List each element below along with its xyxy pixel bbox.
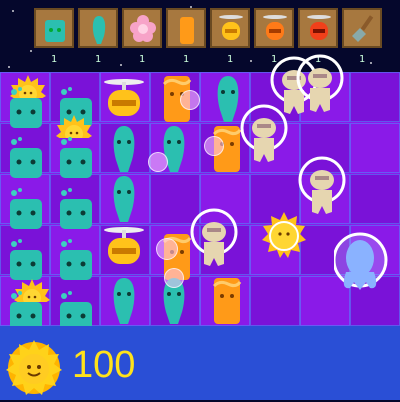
lawn-tile[interactable] <box>250 276 300 326</box>
sun-counter-icon <box>4 338 64 398</box>
astronaut-zombie <box>190 208 238 266</box>
teal-ghost-plant <box>113 278 135 324</box>
seed-count: 1 <box>138 54 146 65</box>
spore-projectile <box>180 90 200 110</box>
spore-projectile <box>148 152 168 172</box>
orange-tower-plant <box>212 278 242 324</box>
lawn-tile[interactable] <box>350 123 400 173</box>
teal-ghost-plant <box>113 176 135 222</box>
red-copter-plant-icon <box>307 15 331 40</box>
seed-teal-square[interactable]: 1 <box>34 8 74 65</box>
teal-square-plant <box>10 137 42 178</box>
spore-projectile <box>164 268 184 288</box>
orange-tower-plant-icon <box>180 17 194 44</box>
lawn-tile[interactable] <box>350 174 400 224</box>
seed-count: 1 <box>182 54 190 65</box>
seed-count: 1 <box>226 54 234 65</box>
pink-flower-icon <box>130 15 156 42</box>
yellow-copter-plant <box>104 79 144 116</box>
seed-shovel[interactable]: 1 <box>342 8 382 65</box>
seed-count: 1 <box>358 54 366 65</box>
teal-square-plant <box>10 87 42 128</box>
sunflower-plant <box>56 115 92 138</box>
seed-yellow-copter[interactable]: 1 <box>210 8 250 65</box>
yellow-copter-plant <box>104 227 144 264</box>
teal-square-plant <box>60 188 92 229</box>
teal-square-plant <box>60 239 92 280</box>
teal-square-plant <box>60 137 92 178</box>
sun-count-value: 100 <box>72 344 136 386</box>
yellow-copter-plant-icon <box>219 15 243 40</box>
seed-pink-flower[interactable]: 1 <box>122 8 162 65</box>
astronaut-zombie <box>298 156 346 214</box>
teal-square-plant <box>10 188 42 229</box>
seed-count: 1 <box>94 54 102 65</box>
teal-ghost-plant-icon <box>92 16 106 44</box>
seed-teal-ghost[interactable]: 1 <box>78 8 118 65</box>
alien-zombie <box>334 232 388 290</box>
teal-square-plant-icon <box>45 20 65 42</box>
sun-headed-zombie <box>262 212 306 258</box>
shovel-icon <box>352 15 374 42</box>
seed-red-copter[interactable]: 1 <box>298 8 338 65</box>
spore-projectile <box>204 136 224 156</box>
lawn-tile[interactable] <box>350 72 400 122</box>
teal-ghost-plant <box>113 126 135 172</box>
seed-orange-copter[interactable]: 1 <box>254 8 294 65</box>
seed-orange-tower[interactable]: 1 <box>166 8 206 65</box>
spore-projectile <box>156 238 178 260</box>
orange-copter-plant-icon <box>263 15 287 40</box>
astronaut-zombie <box>240 104 288 162</box>
lawn-grid[interactable] <box>0 54 400 332</box>
teal-square-plant <box>10 239 42 280</box>
astronaut-zombie <box>296 54 344 112</box>
seed-count: 1 <box>50 54 58 65</box>
